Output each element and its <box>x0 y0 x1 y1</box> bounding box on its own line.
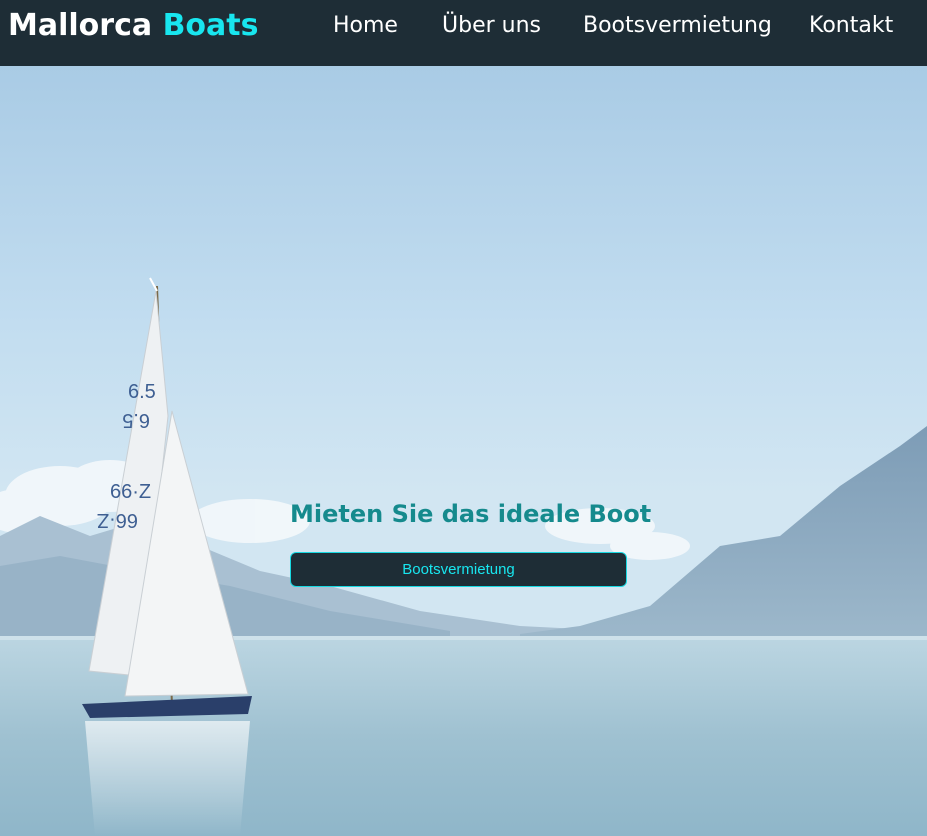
nav-ueber-uns[interactable]: Über uns <box>442 12 541 40</box>
nav-kontakt[interactable]: Kontakt <box>809 12 893 40</box>
hero-section: 6.5 6.5 66·Z 66·Z Mieten Sie das ideale … <box>0 66 927 836</box>
sail-number-4: 66·Z <box>97 509 138 531</box>
hero-background-image: 6.5 6.5 66·Z 66·Z <box>0 66 927 836</box>
brand-word-mallorca: Mallorca <box>8 8 153 43</box>
sail-number-3: 66·Z <box>110 481 151 503</box>
brand-logo[interactable]: Mallorca Boats <box>8 7 258 45</box>
hero-headline: Mieten Sie das ideale Boot <box>290 500 652 528</box>
brand-word-boats: Boats <box>162 8 259 43</box>
sail-number-2: 6.5 <box>122 409 150 431</box>
nav-bootsvermietung[interactable]: Bootsvermietung <box>583 12 772 40</box>
navbar: Mallorca Boats Home Über uns Bootsvermie… <box>0 0 927 66</box>
cta-bootsvermietung-button[interactable]: Bootsvermietung <box>290 552 627 587</box>
nav-home[interactable]: Home <box>333 12 398 40</box>
sail-number-1: 6.5 <box>128 381 156 403</box>
